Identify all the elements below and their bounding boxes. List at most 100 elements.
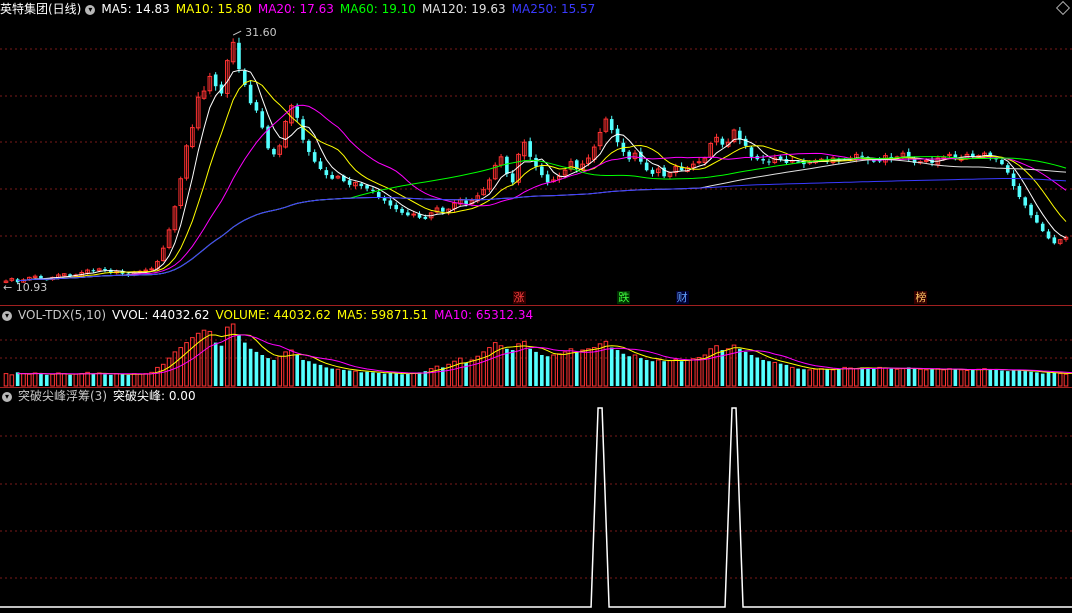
volume-bar — [394, 373, 399, 386]
volume-bar — [830, 369, 836, 387]
event-marker[interactable]: 涨 — [512, 291, 526, 304]
volume-bar — [964, 370, 970, 387]
volume-bar — [1029, 371, 1033, 386]
stock-title: 英特集团(日线) — [0, 2, 82, 16]
volume-bar — [883, 367, 888, 387]
volume-bar — [487, 347, 492, 387]
volume-bar — [441, 367, 445, 386]
volume-bar — [219, 345, 224, 386]
volume-bar — [784, 364, 789, 386]
volume-bar — [505, 348, 509, 386]
volume-bar — [679, 361, 684, 386]
event-marker[interactable]: 跌 — [617, 291, 631, 304]
ind-name: 突破尖峰浮筹(3) — [18, 389, 107, 403]
volume-bar — [545, 356, 550, 386]
ma-line — [17, 104, 1067, 282]
volume-bar — [114, 373, 119, 387]
candle-down — [627, 151, 631, 160]
candle-down — [609, 119, 614, 131]
volume-bar — [109, 374, 113, 386]
settings-circle-icon[interactable]: ▾ — [2, 310, 12, 321]
candle-down — [505, 156, 509, 174]
volume-bar — [400, 374, 404, 386]
volume-bar — [266, 358, 270, 386]
volume-bar — [301, 359, 305, 386]
candle-down — [720, 138, 725, 145]
volume-pane[interactable]: ▾ VOL-TDX(5,10) VVOL: 44032.62 VOLUME: 4403… — [0, 306, 1072, 388]
price-pane[interactable]: 31.60 ← 10.93 英特集团(日线) ▾ MA5: 14.83 MA10: 15… — [0, 0, 1072, 306]
volume-bar — [789, 366, 795, 387]
candle-down — [528, 141, 532, 157]
candle-down — [650, 169, 655, 174]
volume-bar — [307, 361, 311, 386]
volume-bar — [213, 342, 218, 386]
candle-down — [295, 106, 300, 118]
volume-bar — [988, 369, 993, 386]
volume-bar — [632, 354, 638, 387]
volume-bar — [540, 355, 544, 386]
event-marker[interactable]: 榜 — [914, 291, 928, 304]
volume-bar — [21, 373, 26, 387]
candle-down — [394, 204, 399, 210]
volume-bar — [761, 359, 765, 386]
indicator-pane[interactable]: ▾ 突破尖峰浮筹(3) 突破尖峰: 0.00 — [0, 388, 1072, 613]
volume-bar — [738, 348, 742, 386]
candle-down — [248, 84, 253, 104]
volume-bar — [958, 369, 964, 387]
candle-up — [411, 213, 416, 216]
volume-bar — [1052, 372, 1057, 386]
candle-down — [871, 160, 876, 162]
vol-name: VOL-TDX(5,10) — [18, 308, 107, 322]
settings-circle-icon[interactable]: ▾ — [2, 391, 12, 402]
event-marker[interactable]: 财 — [675, 291, 689, 304]
volume-bar — [656, 359, 661, 387]
volume-bar — [562, 351, 568, 387]
volume-bar — [26, 373, 32, 387]
volume-bar — [778, 363, 783, 386]
volume-bar — [335, 368, 341, 387]
volume-bar — [254, 351, 259, 386]
volume-bar — [498, 345, 504, 387]
volume-bar — [61, 373, 67, 387]
volume-bar — [131, 373, 137, 387]
volume-bar — [807, 369, 813, 387]
candle-down — [423, 216, 428, 219]
volume-bar — [837, 368, 841, 386]
volume-bar — [1000, 370, 1004, 386]
volume-bar — [860, 367, 864, 386]
volume-bar — [772, 361, 778, 387]
volume-bar — [941, 369, 946, 387]
volume-bar — [947, 368, 952, 387]
volume-bar — [312, 363, 317, 386]
candle-down — [1023, 197, 1028, 206]
candle-down — [301, 119, 305, 140]
volume-bar — [149, 371, 154, 387]
volume-bar — [935, 368, 941, 387]
settings-circle-icon[interactable]: ▾ — [85, 4, 96, 15]
volume-bar — [714, 345, 719, 387]
volume-bar — [609, 347, 614, 386]
volume-bar — [586, 348, 591, 387]
volume-bar — [731, 344, 737, 387]
candle-down — [1035, 215, 1039, 223]
volume-bar — [690, 358, 696, 387]
volume-bar — [627, 356, 631, 386]
volume-bar — [103, 374, 107, 386]
volume-bar — [767, 361, 771, 386]
legend-item: MA60: 19.10 — [339, 2, 416, 16]
volume-bar — [3, 373, 9, 387]
volume-bar — [382, 373, 387, 386]
volume-bar — [434, 365, 440, 387]
candle-down — [359, 183, 364, 187]
volume-bar — [79, 373, 85, 387]
legend-item: MA250: 15.57 — [511, 2, 596, 16]
candle-down — [318, 161, 323, 170]
volume-bar — [796, 368, 800, 386]
low-label: ← 10.93 — [3, 281, 47, 294]
candle-down — [307, 140, 311, 152]
volume-bar — [930, 369, 934, 386]
volume-bar — [819, 368, 824, 387]
candle-up — [696, 161, 702, 164]
spike-line — [0, 407, 1072, 608]
volume-bar — [603, 340, 609, 387]
